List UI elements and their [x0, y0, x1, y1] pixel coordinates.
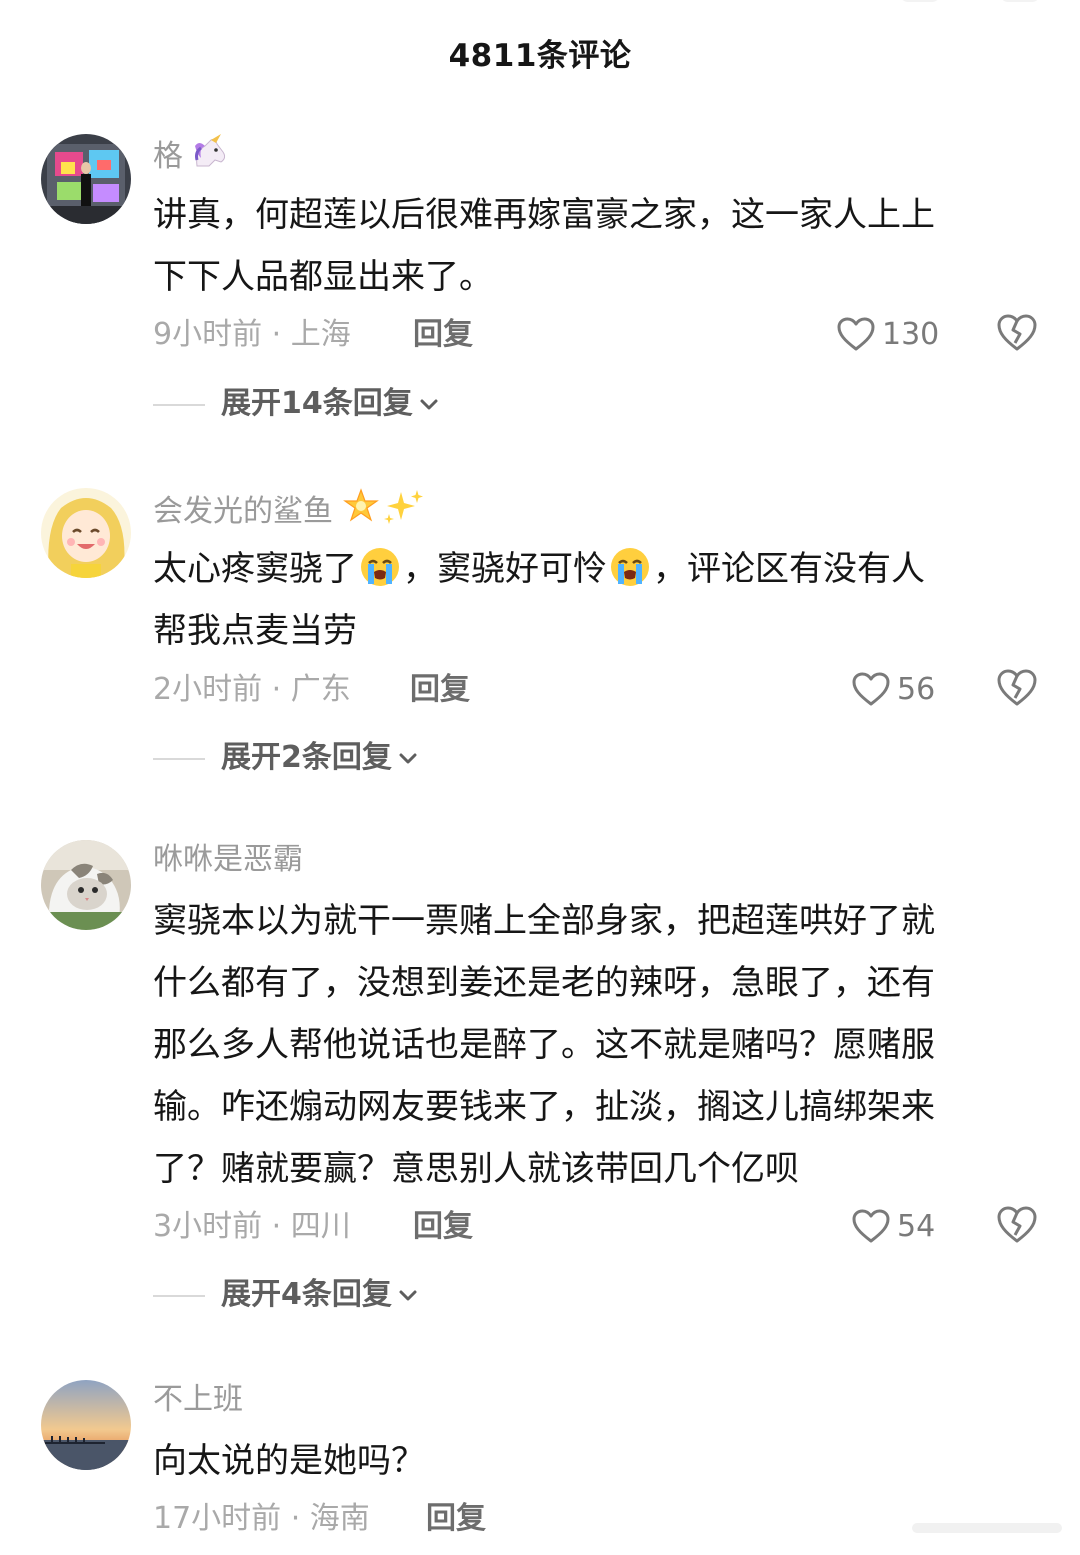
like-count: 130: [882, 317, 940, 352]
username[interactable]: 格: [153, 134, 231, 174]
comment-meta: 2小时前 · 广东 回复: [153, 668, 470, 712]
username[interactable]: 会发光的鲨鱼: [153, 488, 425, 529]
username[interactable]: 咻咻是恶霸: [153, 840, 303, 880]
expand-replies-button[interactable]: 展开4条回复: [153, 1273, 418, 1317]
comment-text-line: 向太说的是她吗？: [153, 1441, 425, 1481]
comment-meta: 3小时前 · 四川 回复: [153, 1205, 473, 1249]
time-location: 17小时前 · 海南: [153, 1501, 370, 1536]
heart-outline-icon: [852, 672, 890, 706]
time-location: 2小时前 · 广东: [153, 672, 351, 707]
comment-text-line: 帮我点麦当劳: [153, 611, 357, 651]
broken-heart-icon: [997, 669, 1037, 706]
reply-button[interactable]: 回复: [426, 1497, 486, 1541]
divider: [153, 403, 205, 406]
chevron-down-icon: [420, 399, 438, 409]
comment-text: 向太说的是她吗？: [153, 1430, 1033, 1492]
like-count: 54: [897, 1209, 936, 1244]
avatar[interactable]: [41, 1380, 131, 1470]
reply-button[interactable]: 回复: [413, 1205, 473, 1249]
reply-button[interactable]: 回复: [413, 313, 473, 357]
avatar[interactable]: [41, 840, 131, 930]
heart-outline-icon: [837, 317, 875, 351]
loudly-crying-face-emoji: [609, 546, 651, 588]
time-location: 3小时前 · 四川: [153, 1209, 351, 1244]
dislike-button[interactable]: [996, 668, 1038, 712]
comment-text-line: 太心疼窦骁了，窦骁好可怜，评论区有没有人: [153, 538, 1033, 600]
expand-replies-button[interactable]: 展开14条回复: [153, 382, 439, 426]
comment-text: 讲真，何超莲以后很难再嫁富豪之家，这一家人上上 下下人品都显出来了。: [153, 184, 1033, 308]
comment-meta: 17小时前 · 海南 回复: [153, 1497, 486, 1541]
comment-text-line: 那么多人帮他说话也是醉了。这不就是赌吗？愿赌服: [153, 1025, 935, 1065]
chevron-down-icon: [399, 753, 417, 763]
comment-text-line: 了？赌就要赢？意思别人就该带回几个亿呗: [153, 1149, 799, 1189]
comment-text: 窦骁本以为就干一票赌上全部身家，把超莲哄好了就 什么都有了，没想到姜还是老的辣呀…: [153, 890, 1033, 1200]
like-count: 56: [897, 672, 936, 707]
broken-heart-icon: [997, 314, 1037, 351]
dislike-button[interactable]: [996, 1205, 1038, 1249]
comment-text-line: 输。咋还煽动网友要钱来了，扯淡，搁这儿搞绑架来: [153, 1087, 935, 1127]
like-button[interactable]: 56: [851, 668, 935, 712]
heart-outline-icon: [852, 1209, 890, 1243]
username[interactable]: 不上班: [153, 1380, 243, 1420]
comment-text-line: 什么都有了，没想到姜还是老的辣呀，急眼了，还有: [153, 963, 935, 1003]
chevron-down-icon: [399, 1290, 417, 1300]
comment-text-line: 窦骁本以为就干一票赌上全部身家，把超莲哄好了就: [153, 901, 935, 941]
unicorn-emoji: [191, 134, 231, 181]
comment-text-line: 讲真，何超莲以后很难再嫁富豪之家，这一家人上上: [153, 195, 935, 235]
time-location: 9小时前 · 上海: [153, 317, 351, 352]
comments-header: 4811条评论: [0, 0, 1080, 110]
like-button[interactable]: 54: [851, 1205, 935, 1249]
glowing-star-sparkles-emoji: [341, 488, 425, 537]
like-button[interactable]: 130: [836, 313, 939, 357]
comment-count-title: 4811条评论: [448, 38, 632, 74]
comment-text-continued: 太心疼窦骁了，窦骁好可怜，评论区有没有人 帮我点麦当劳: [153, 538, 1033, 662]
expand-replies-button[interactable]: 展开2条回复: [153, 736, 418, 780]
divider: [153, 1294, 205, 1297]
watermark: [912, 1523, 1062, 1533]
avatar[interactable]: [41, 134, 131, 224]
avatar[interactable]: [41, 488, 131, 578]
dislike-button[interactable]: [996, 313, 1038, 357]
reply-button[interactable]: 回复: [410, 668, 470, 712]
divider: [153, 757, 205, 760]
comment-meta: 9小时前 · 上海 回复: [153, 313, 473, 357]
comment-text-line: 下下人品都显出来了。: [153, 257, 493, 297]
broken-heart-icon: [997, 1206, 1037, 1243]
